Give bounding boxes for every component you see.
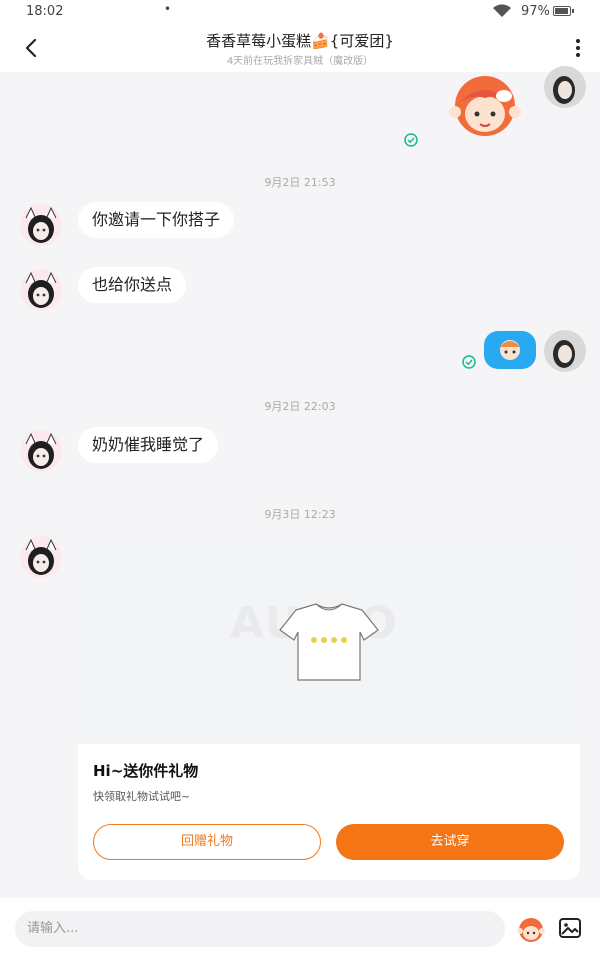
- message-bubble[interactable]: 奶奶催我睡觉了: [78, 427, 219, 463]
- image-icon[interactable]: [558, 916, 582, 940]
- avatar-self[interactable]: [544, 330, 586, 372]
- message-timestamp: 9月2日 21:53: [264, 176, 336, 189]
- message-bubble[interactable]: 也给你送点: [78, 267, 187, 303]
- more-vertical-icon[interactable]: [566, 36, 590, 60]
- battery-icon: [553, 6, 574, 16]
- chat-header: 香香草莓小蛋糕🍰{可爱团} 4天前在玩我拆家具贼（魔改版）: [0, 24, 600, 72]
- message-timestamp: 9月3日 12:23: [264, 508, 336, 521]
- wifi-icon: [493, 4, 511, 17]
- emoji-message-bubble[interactable]: [484, 331, 536, 369]
- chat-title: 香香草莓小蛋糕🍰{可爱团}: [206, 32, 394, 50]
- input-bar: 请输入...: [0, 898, 600, 960]
- avatar-self[interactable]: [544, 66, 586, 108]
- read-check-icon: [462, 355, 476, 369]
- sticker-message[interactable]: [446, 72, 524, 138]
- status-bar: 18:02 • 97%: [0, 0, 600, 24]
- emoji-face-icon: [500, 340, 520, 360]
- avatar-other[interactable]: [20, 536, 62, 578]
- gift-title: Hi~送你件礼物: [93, 762, 199, 780]
- chat-area[interactable]: 9月2日 21:53 你邀请一下你搭子 也给你送点 9月2日 22:03 奶奶催…: [0, 66, 600, 898]
- avatar-other[interactable]: [20, 204, 62, 246]
- avatar-other[interactable]: [20, 269, 62, 311]
- avatar-other[interactable]: [20, 430, 62, 472]
- battery-percent: 97%: [521, 4, 550, 19]
- return-gift-button[interactable]: 回赠礼物: [93, 824, 321, 860]
- message-timestamp: 9月2日 22:03: [264, 400, 336, 413]
- try-on-button[interactable]: 去试穿: [336, 824, 564, 860]
- sticker-icon[interactable]: [516, 914, 546, 944]
- message-input[interactable]: 请输入...: [15, 911, 505, 947]
- back-arrow-icon[interactable]: [20, 36, 44, 60]
- read-check-icon: [404, 133, 418, 147]
- gift-card[interactable]: AUDIO Hi~送你件礼物 快领取礼物试试吧~ 回赠礼物 去试穿: [78, 534, 580, 880]
- tshirt-icon: [279, 603, 379, 681]
- gift-subtitle: 快领取礼物试试吧~: [93, 790, 191, 803]
- chat-subtitle: 4天前在玩我拆家具贼（魔改版）: [226, 56, 374, 67]
- message-bubble[interactable]: 你邀请一下你搭子: [78, 202, 235, 238]
- status-time: 18:02: [26, 4, 64, 19]
- gift-image: AUDIO: [78, 534, 580, 744]
- status-dot: •: [164, 2, 172, 16]
